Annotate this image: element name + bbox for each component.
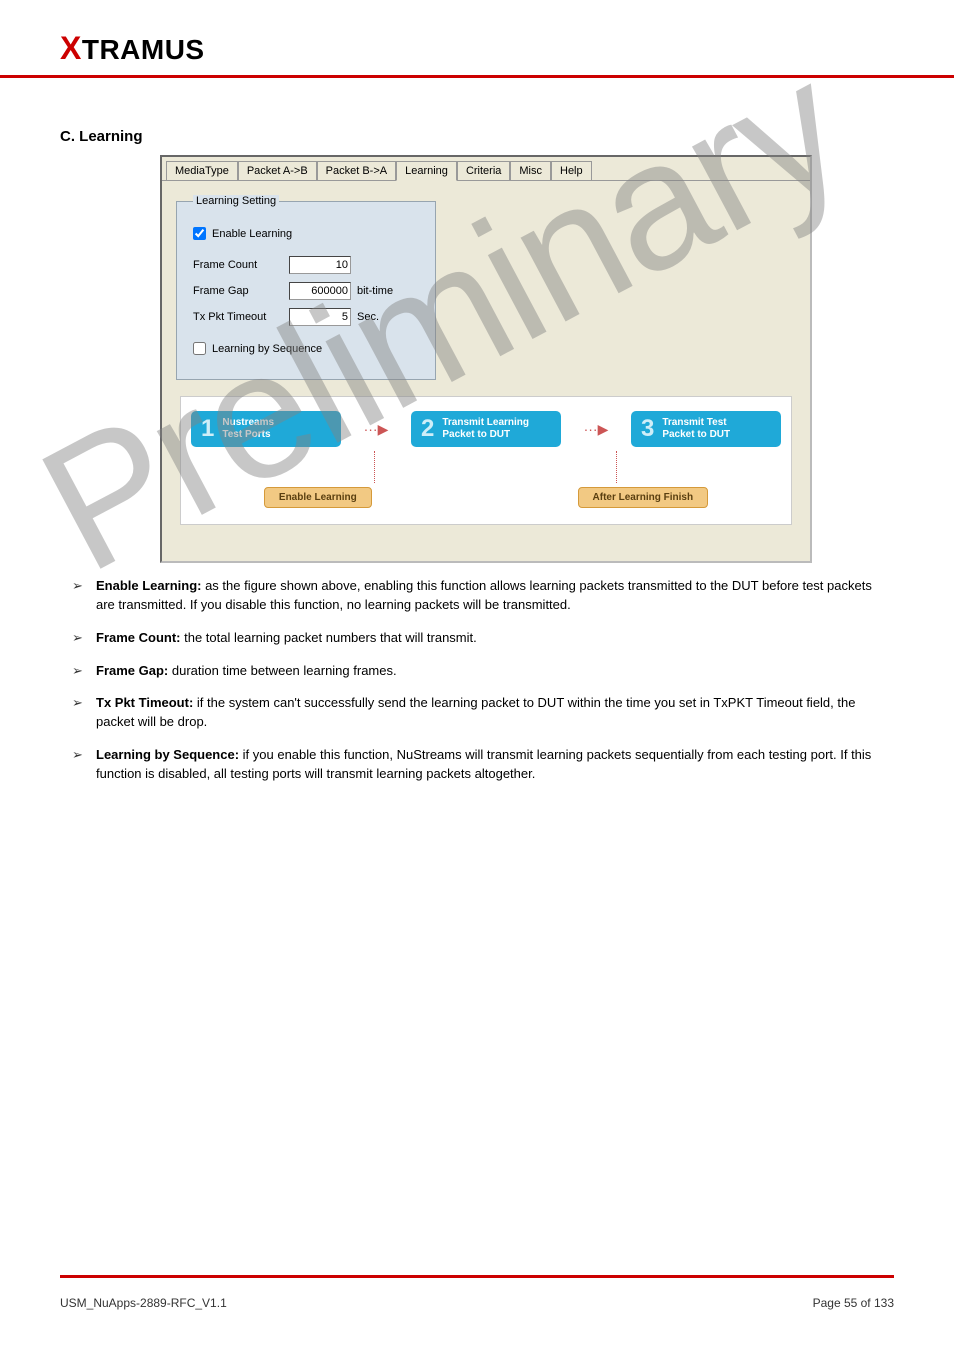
arrow-icon: ···▶ bbox=[364, 421, 389, 438]
frame-count-input[interactable] bbox=[289, 256, 351, 274]
tab-body: Learning Setting Enable Learning Frame C… bbox=[162, 181, 810, 561]
enable-learning-checkbox[interactable] bbox=[193, 227, 206, 240]
brand-logo: XTRAMUS bbox=[60, 30, 894, 67]
step-2-text: Transmit Learning Packet to DUT bbox=[442, 417, 529, 441]
tab-packet-ba[interactable]: Packet B->A bbox=[317, 161, 396, 180]
list-item: Learning by Sequence: if you enable this… bbox=[72, 746, 894, 784]
tab-mediatype[interactable]: MediaType bbox=[166, 161, 238, 180]
pill-after-learning: After Learning Finish bbox=[578, 487, 709, 508]
list-item: Enable Learning: as the figure shown abo… bbox=[72, 577, 894, 615]
learning-sequence-checkbox[interactable] bbox=[193, 342, 206, 355]
step-3-number: 3 bbox=[641, 417, 654, 441]
section-title: C. Learning bbox=[60, 128, 894, 145]
step-1-text: Nustreams Test Ports bbox=[222, 417, 274, 441]
frame-gap-unit: bit-time bbox=[357, 285, 393, 297]
list-item: Frame Gap: duration time between learnin… bbox=[72, 662, 894, 681]
logo-x: X bbox=[60, 30, 82, 66]
settings-dialog: MediaType Packet A->B Packet B->A Learni… bbox=[160, 155, 812, 563]
learning-diagram: 1 Nustreams Test Ports ···▶ 2 Transmit L… bbox=[180, 396, 792, 525]
tx-timeout-row: Tx Pkt Timeout Sec. bbox=[193, 308, 419, 326]
tx-timeout-unit: Sec. bbox=[357, 311, 379, 323]
tx-timeout-label: Tx Pkt Timeout bbox=[193, 311, 283, 323]
pill-enable-learning: Enable Learning bbox=[264, 487, 372, 508]
step-2-number: 2 bbox=[421, 417, 434, 441]
enable-learning-row: Enable Learning bbox=[193, 227, 292, 240]
learning-sequence-label: Learning by Sequence bbox=[212, 343, 322, 355]
learning-fieldset: Learning Setting Enable Learning Frame C… bbox=[176, 195, 436, 380]
list-item: Tx Pkt Timeout: if the system can't succ… bbox=[72, 694, 894, 732]
logo-rest: TRAMUS bbox=[82, 34, 205, 65]
tab-help[interactable]: Help bbox=[551, 161, 592, 180]
list-item: Frame Count: the total learning packet n… bbox=[72, 629, 894, 648]
footer-right: Page 55 of 133 bbox=[813, 1296, 894, 1310]
frame-count-label: Frame Count bbox=[193, 259, 283, 271]
learning-sequence-row: Learning by Sequence bbox=[193, 342, 322, 355]
arrow-icon: ···▶ bbox=[584, 421, 609, 438]
enable-learning-label: Enable Learning bbox=[212, 228, 292, 240]
diagram-step-3: 3 Transmit Test Packet to DUT bbox=[631, 411, 781, 447]
footer: USM_NuApps-2889-RFC_V1.1 Page 55 of 133 bbox=[60, 1296, 894, 1310]
diagram-step-2: 2 Transmit Learning Packet to DUT bbox=[411, 411, 561, 447]
tab-misc[interactable]: Misc bbox=[510, 161, 551, 180]
tab-packet-ab[interactable]: Packet A->B bbox=[238, 161, 317, 180]
frame-gap-row: Frame Gap bit-time bbox=[193, 282, 419, 300]
diagram-step-1: 1 Nustreams Test Ports bbox=[191, 411, 341, 447]
tab-learning[interactable]: Learning bbox=[396, 161, 457, 181]
frame-gap-input[interactable] bbox=[289, 282, 351, 300]
tx-timeout-input[interactable] bbox=[289, 308, 351, 326]
tab-criteria[interactable]: Criteria bbox=[457, 161, 510, 180]
header: XTRAMUS bbox=[0, 0, 954, 78]
description-list: Enable Learning: as the figure shown abo… bbox=[72, 577, 894, 784]
footer-divider bbox=[60, 1275, 894, 1278]
tab-strip: MediaType Packet A->B Packet B->A Learni… bbox=[162, 157, 810, 181]
footer-left: USM_NuApps-2889-RFC_V1.1 bbox=[60, 1296, 227, 1310]
learning-legend: Learning Setting bbox=[193, 195, 279, 207]
step-3-text: Transmit Test Packet to DUT bbox=[662, 417, 730, 441]
frame-gap-label: Frame Gap bbox=[193, 285, 283, 297]
frame-count-row: Frame Count bbox=[193, 256, 419, 274]
step-1-number: 1 bbox=[201, 417, 214, 441]
